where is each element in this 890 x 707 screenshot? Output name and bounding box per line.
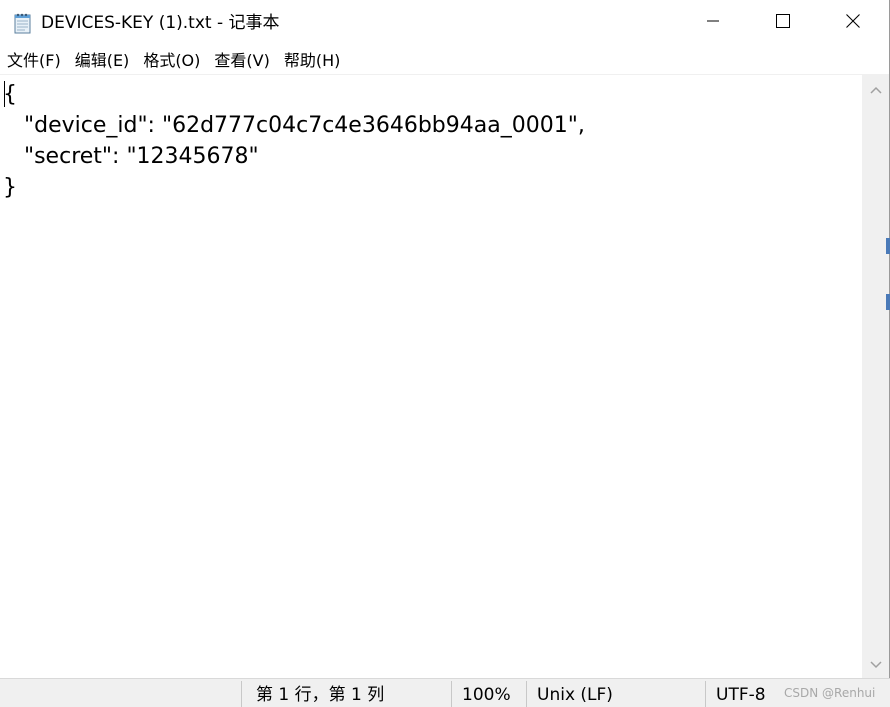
scroll-down-button[interactable] [862, 650, 889, 678]
zoom-level: 100% [462, 685, 511, 705]
title-bar[interactable]: DEVICES-KEY (1).txt - 记事本 [0, 0, 890, 46]
chevron-up-icon [869, 80, 883, 99]
watermark: CSDN @Renhui [784, 686, 876, 700]
maximize-icon [775, 13, 791, 33]
chevron-down-icon [869, 655, 883, 674]
encoding: UTF-8 [716, 685, 766, 705]
scroll-up-button[interactable] [862, 75, 889, 103]
status-divider [241, 681, 242, 707]
close-button[interactable] [818, 0, 888, 46]
background-window-edge [886, 238, 890, 254]
minimize-button[interactable] [678, 0, 748, 46]
editor-content[interactable]: { "device_id": "62d777c04c7c4e3646bb94aa… [0, 75, 862, 203]
status-divider [526, 681, 527, 707]
menu-format[interactable]: 格式(O) [136, 46, 207, 75]
vertical-scrollbar[interactable] [862, 75, 889, 678]
maximize-button[interactable] [748, 0, 818, 46]
menu-edit[interactable]: 编辑(E) [68, 46, 137, 75]
minimize-icon [705, 13, 721, 33]
text-editor[interactable]: { "device_id": "62d777c04c7c4e3646bb94aa… [0, 75, 862, 678]
window-title: DEVICES-KEY (1).txt - 记事本 [41, 13, 280, 33]
menu-help[interactable]: 帮助(H) [277, 46, 348, 75]
menu-file[interactable]: 文件(F) [0, 46, 68, 75]
line-ending: Unix (LF) [537, 685, 613, 705]
notepad-window: DEVICES-KEY (1).txt - 记事本 文件(F) 编辑(E) 格式… [0, 0, 890, 707]
menu-view[interactable]: 查看(V) [207, 46, 276, 75]
cursor-position: 第 1 行，第 1 列 [256, 685, 385, 705]
background-window-edge [886, 294, 890, 310]
close-icon [845, 13, 861, 33]
status-divider [451, 681, 452, 707]
text-caret [4, 81, 5, 107]
notepad-icon [12, 12, 34, 34]
menu-bar: 文件(F) 编辑(E) 格式(O) 查看(V) 帮助(H) [0, 46, 890, 75]
status-divider [705, 681, 706, 707]
status-bar: 第 1 行，第 1 列 100% Unix (LF) UTF-8 CSDN @R… [0, 678, 890, 707]
